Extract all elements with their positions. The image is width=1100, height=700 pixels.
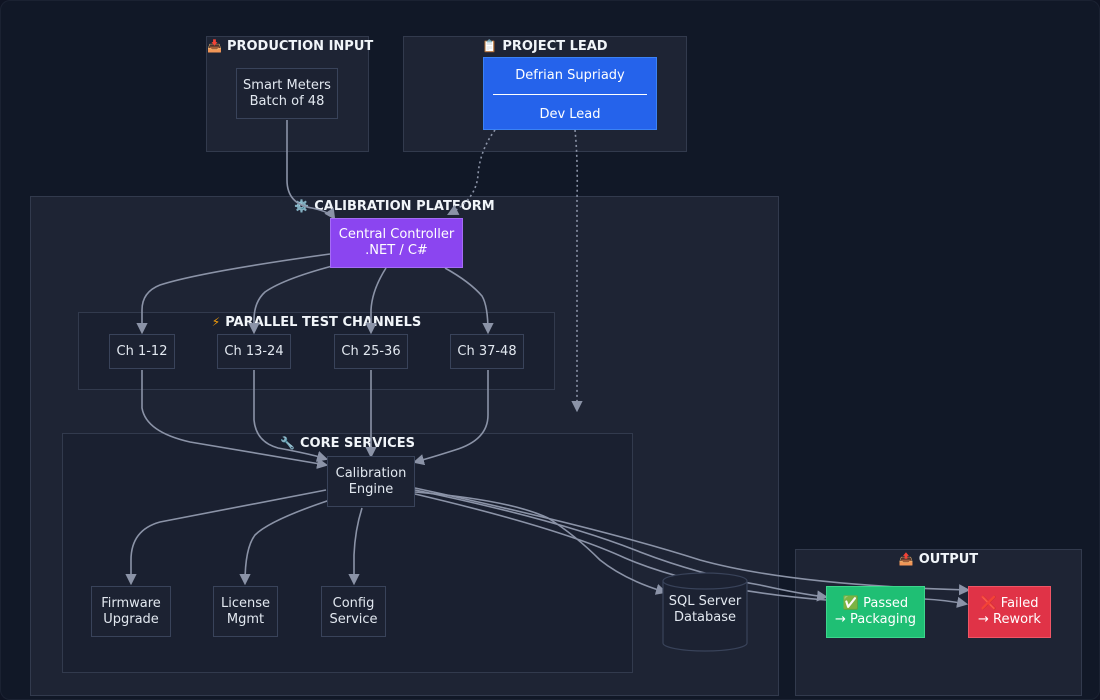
node-label: Smart Meters: [243, 77, 331, 93]
edge-lead-to-engine: [571, 129, 583, 413]
node-label: Ch 25-36: [341, 343, 401, 359]
node-label: Ch 1-12: [116, 343, 168, 359]
node-label: Service: [329, 611, 378, 627]
node-label: ❌ Failed: [980, 596, 1039, 611]
node-label: Config: [332, 595, 375, 611]
node-label: Mgmt: [226, 611, 265, 627]
node-channel-3[interactable]: Ch 25-36: [334, 334, 408, 369]
edge-lead-to-controller: [447, 129, 496, 216]
node-label: Database: [673, 610, 737, 625]
node-label: .NET / C#: [365, 243, 428, 258]
node-calibration-engine[interactable]: Calibration Engine: [327, 456, 415, 507]
edge-engine-to-passed-a: [414, 489, 829, 602]
node-project-lead[interactable]: Defrian Supriady Dev Lead: [483, 57, 657, 130]
node-label: SQL Server: [668, 594, 742, 609]
node-passed-packaging[interactable]: ✅ Passed → Packaging: [826, 586, 925, 638]
edge-controller-to-ch2: [248, 263, 341, 335]
edge-engine-to-firmware: [125, 489, 327, 586]
node-sql-server-database[interactable]: SQL Server Database: [662, 572, 748, 652]
edge-passed-to-failed: [923, 596, 969, 608]
node-label: Batch of 48: [249, 93, 325, 109]
node-label: Central Controller: [338, 227, 455, 242]
node-config-service[interactable]: Config Service: [321, 586, 386, 637]
edge-engine-to-sql: [414, 491, 668, 595]
edge-meters-to-controller: [286, 120, 336, 220]
edge-controller-to-ch3: [365, 267, 387, 335]
node-channel-1[interactable]: Ch 1-12: [109, 334, 175, 369]
node-label: Ch 13-24: [224, 343, 284, 359]
node-central-controller[interactable]: Central Controller .NET / C#: [330, 218, 463, 268]
node-smart-meters[interactable]: Smart Meters Batch of 48: [236, 68, 338, 119]
node-license-mgmt[interactable]: License Mgmt: [213, 586, 278, 637]
lead-role: Dev Lead: [539, 107, 601, 122]
node-label: ✅ Passed: [842, 596, 909, 611]
node-failed-rework[interactable]: ❌ Failed → Rework: [968, 586, 1051, 638]
lead-name: Defrian Supriady: [515, 68, 625, 83]
lead-divider: [493, 94, 647, 95]
edge-controller-to-ch1: [136, 253, 331, 335]
node-label: Firmware: [101, 595, 161, 611]
node-label: License: [220, 595, 270, 611]
edge-controller-to-ch4: [444, 267, 494, 335]
node-label: → Rework: [978, 612, 1041, 627]
node-label: Ch 37-48: [457, 343, 517, 359]
node-label: Engine: [348, 481, 394, 497]
diagram-canvas: 📥 PRODUCTION INPUT 📋 PROJECT LEAD ⚙️ CALIBR…: [0, 0, 1100, 700]
node-channel-2[interactable]: Ch 13-24: [217, 334, 291, 369]
node-firmware-upgrade[interactable]: Firmware Upgrade: [91, 586, 171, 637]
node-channel-4[interactable]: Ch 37-48: [450, 334, 524, 369]
database-label: SQL Server Database: [662, 594, 748, 626]
edge-engine-to-passed-b: [414, 493, 827, 601]
edge-ch4-to-engine: [412, 370, 489, 466]
node-label: → Packaging: [834, 612, 916, 627]
node-label: Calibration: [335, 465, 407, 481]
edge-ch2-to-engine: [253, 370, 329, 462]
node-label: Upgrade: [103, 611, 159, 627]
edge-engine-to-config: [348, 507, 363, 586]
edge-ch1-to-engine: [141, 370, 329, 470]
edge-engine-to-license: [239, 499, 331, 586]
